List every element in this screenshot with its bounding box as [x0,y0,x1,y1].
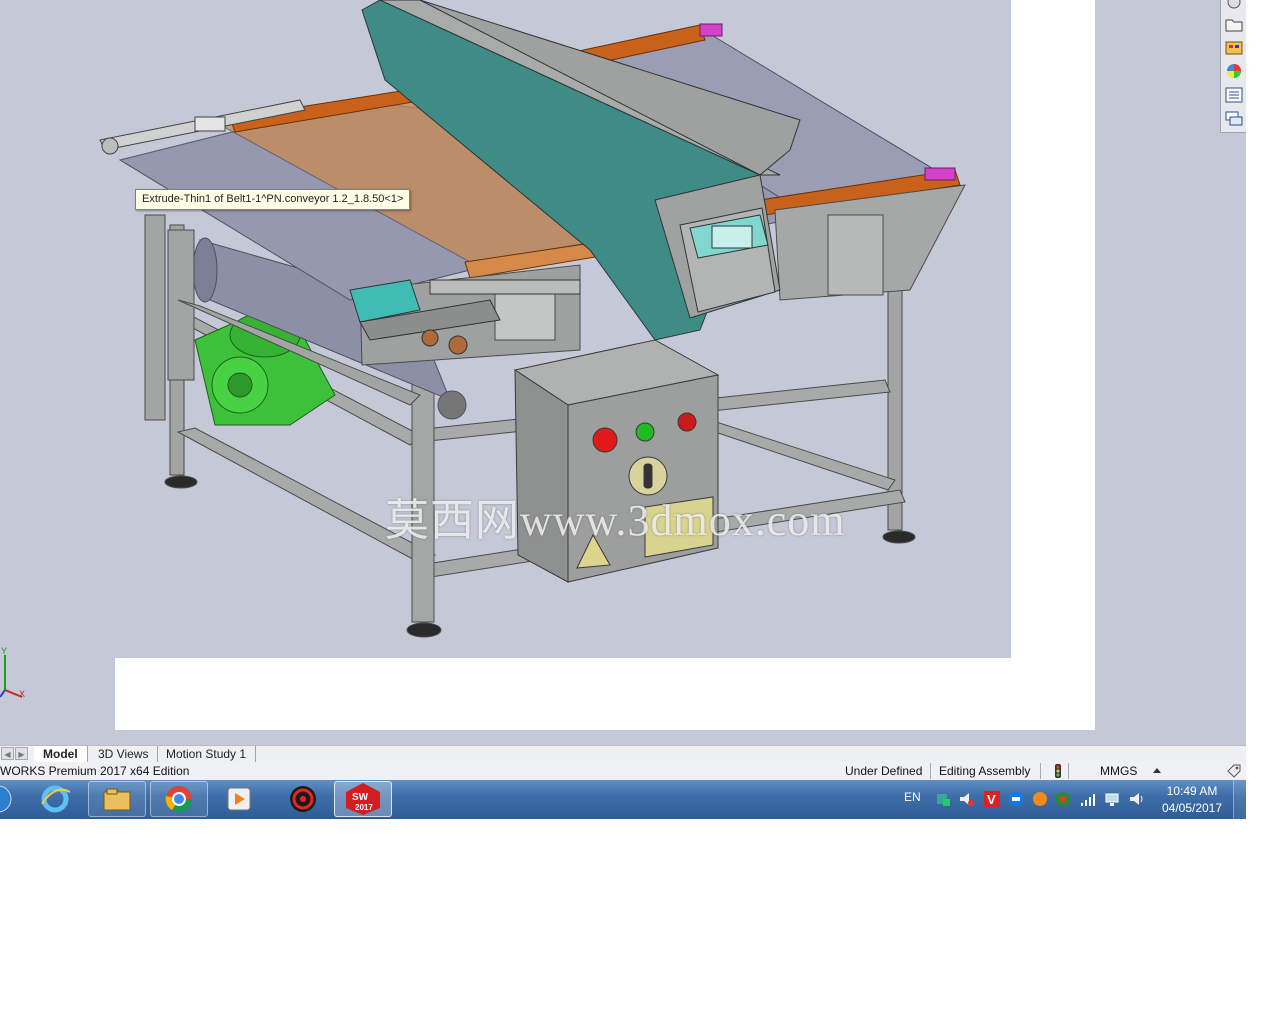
appearances-icon[interactable] [1223,61,1245,81]
volume-icon[interactable] [1128,791,1144,807]
network-icon[interactable] [1104,791,1120,807]
status-divider [1068,763,1069,779]
language-indicator[interactable]: EN [904,790,921,804]
document-tabs: ◀ ▶ Model 3D Views Motion Study 1 [0,745,1246,763]
clock-date[interactable]: 04/05/2017 [1156,801,1228,815]
unit-system[interactable]: MMGS [1100,763,1137,779]
clock-time[interactable]: 10:49 AM [1158,784,1226,798]
app-red-icon[interactable] [274,781,332,817]
file-explorer-icon[interactable] [1223,38,1245,58]
forum-icon[interactable] [1223,109,1245,129]
watermark: 莫西网www.3dmox.com [385,496,846,545]
media-player-icon[interactable] [210,781,268,817]
tab-model[interactable]: Model [34,746,88,762]
rebuild-traffic-light-icon[interactable] [1053,764,1063,778]
tray-shield-icon[interactable] [1055,791,1071,807]
conveyor-metal-detector-model[interactable] [0,0,1010,660]
status-divider [930,763,931,779]
triad-y-label: Y [1,646,7,656]
antivirus-v-icon[interactable]: V [984,791,1000,807]
tag-icon[interactable] [1226,763,1242,779]
tray-app-orange-icon[interactable] [1032,791,1048,807]
unit-menu-arrow-icon[interactable] [1153,767,1161,773]
tab-motion-study[interactable]: Motion Study 1 [157,746,257,762]
solidworks-resources-icon[interactable] [1223,0,1245,12]
internet-explorer-icon[interactable] [26,781,84,817]
start-orb-icon[interactable] [0,781,18,817]
task-pane [1220,0,1246,133]
signal-icon[interactable] [1080,791,1096,807]
speaker-red-icon[interactable] [958,791,974,807]
design-library-icon[interactable] [1223,14,1245,34]
chrome-icon[interactable] [150,781,208,817]
status-bar: WORKS Premium 2017 x64 Edition Under Def… [0,762,1246,780]
viewport-background-bottom [0,730,1246,745]
network-shield-icon[interactable] [935,791,951,807]
windows-taskbar: SW 2017 EN V 10:49 AM 04/05/2017 [0,780,1247,819]
file-explorer-icon[interactable] [88,781,146,817]
show-desktop-button[interactable] [1233,780,1247,819]
svg-text:V: V [987,792,996,807]
solidworks-icon[interactable]: SW 2017 [334,781,392,817]
tab-scroll-left-button[interactable]: ◀ [1,747,14,760]
editing-mode-status: Editing Assembly [939,764,1031,778]
graphics-area[interactable]: Extrude-Thin1 of Belt1-1^PN.conveyor 1.2… [0,0,1246,745]
product-edition-label: WORKS Premium 2017 x64 Edition [0,764,190,778]
reference-triad: Y X [0,646,25,699]
tab-3d-views[interactable]: 3D Views [89,746,159,762]
triad-x-label: X [19,689,25,699]
feature-tooltip: Extrude-Thin1 of Belt1-1^PN.conveyor 1.2… [135,189,411,210]
definition-status: Under Defined [845,764,923,778]
svg-text:2017: 2017 [355,803,373,812]
zalo-icon[interactable] [1008,791,1024,807]
status-divider [1040,763,1041,779]
svg-text:SW: SW [352,792,369,803]
custom-properties-icon[interactable] [1223,85,1245,105]
tab-scroll-right-button[interactable]: ▶ [15,747,28,760]
